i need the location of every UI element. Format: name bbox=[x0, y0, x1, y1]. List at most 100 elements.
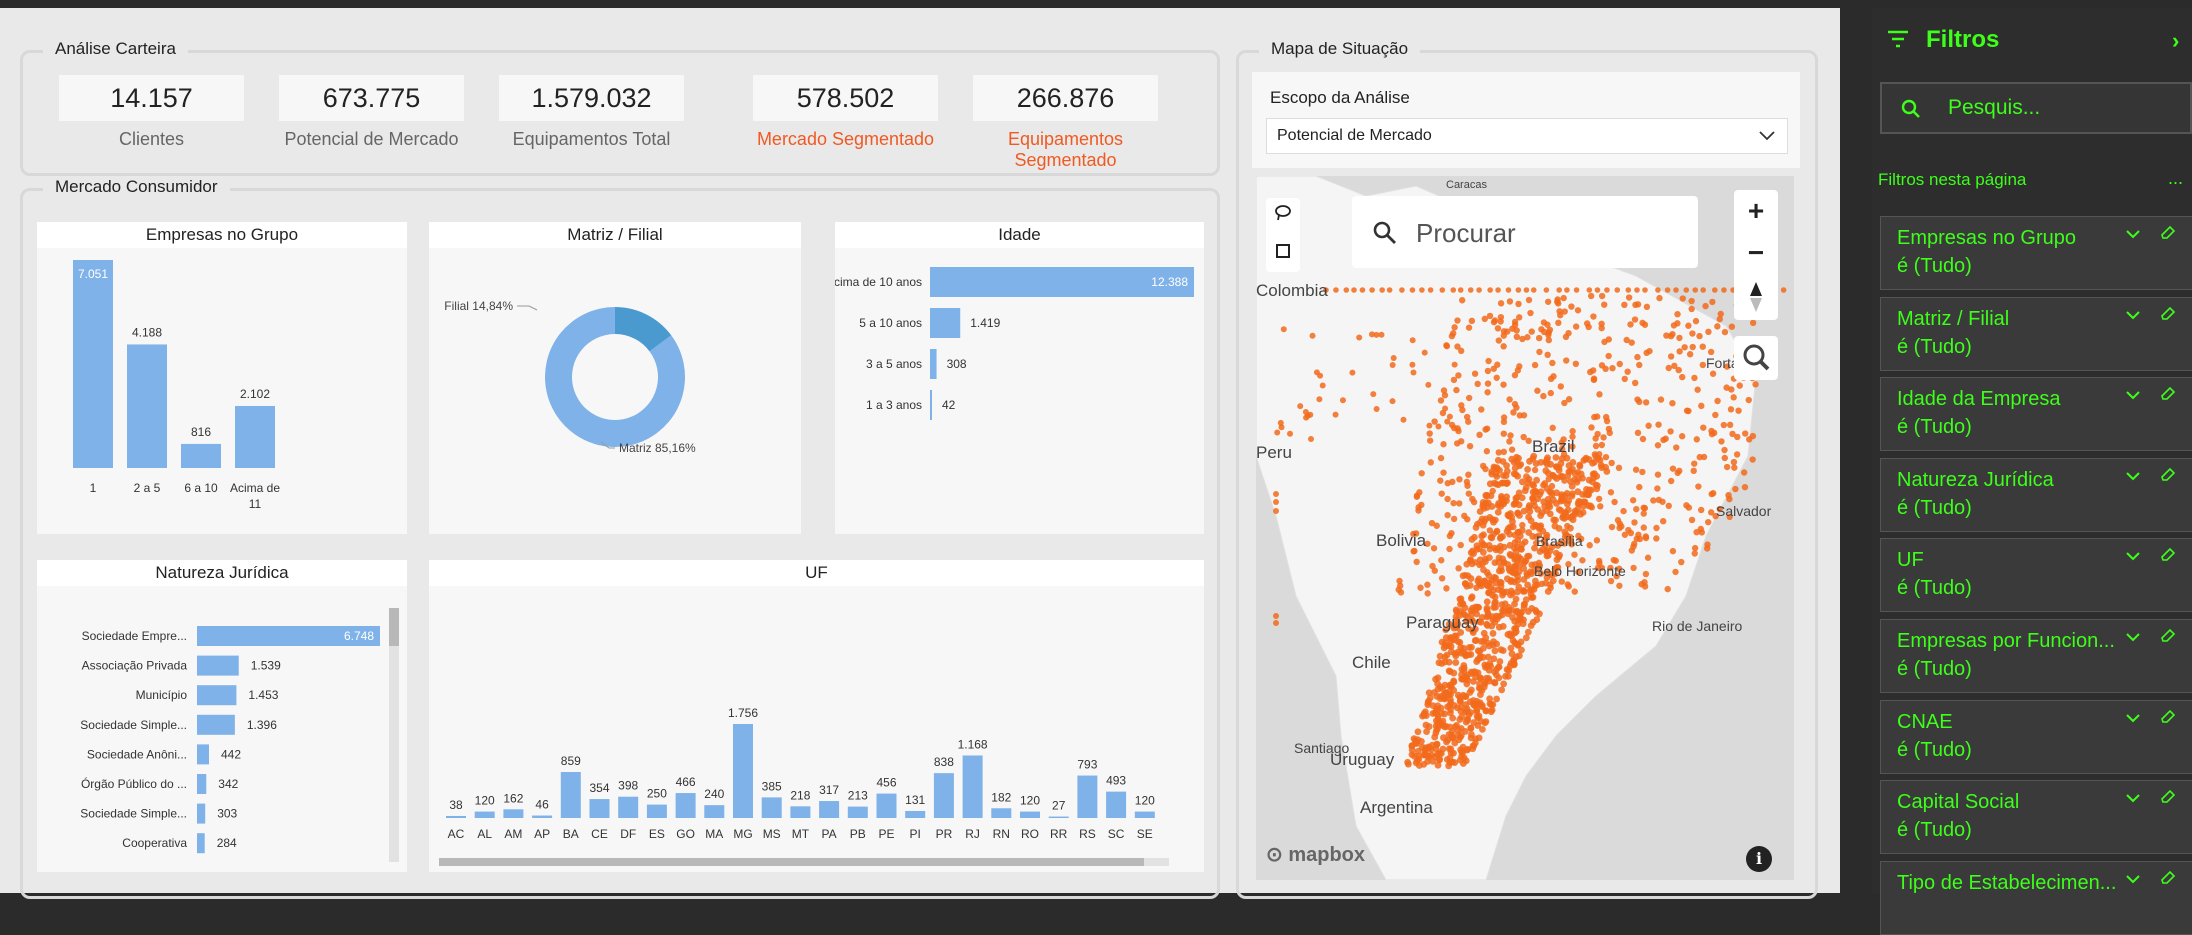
map-dot bbox=[1688, 516, 1696, 524]
map-dot bbox=[1273, 508, 1279, 514]
map-dot bbox=[1343, 287, 1350, 293]
map-dot bbox=[1683, 287, 1690, 293]
map-dot bbox=[1433, 522, 1440, 529]
filter-card[interactable]: Natureza Jurídica é (Tudo) bbox=[1880, 457, 2192, 532]
map-dot bbox=[1447, 637, 1455, 645]
lasso-select-icon[interactable] bbox=[1274, 204, 1292, 227]
clear-filter-icon[interactable] bbox=[2159, 868, 2177, 891]
clear-filter-icon[interactable] bbox=[2159, 465, 2177, 488]
map-dot bbox=[1605, 352, 1612, 360]
chevron-down-icon[interactable] bbox=[2125, 628, 2141, 649]
slice-label: Filial 14,84% bbox=[444, 299, 513, 313]
map-dot bbox=[1511, 629, 1519, 637]
kpi-potencial-mercado[interactable]: 673.775 Potencial de Mercado bbox=[279, 75, 464, 150]
filter-card[interactable]: CNAE é (Tudo) bbox=[1880, 699, 2192, 774]
map-dot bbox=[1307, 436, 1314, 443]
map-dot bbox=[1531, 361, 1539, 369]
empresas-grupo-visual[interactable]: Empresas no Grupo 7.051 1 4.188 2 a 5 816 6 a… bbox=[37, 222, 407, 534]
more-options-button[interactable]: ... bbox=[2168, 168, 2183, 189]
idade-chart: acima de 10 anos 12.388 5 a 10 anos 1.419 3 … bbox=[835, 267, 1194, 420]
uf-scrollbar-thumb[interactable] bbox=[439, 858, 1144, 866]
map-dot bbox=[1379, 287, 1385, 293]
tick-label: Sociedade Simple... bbox=[80, 718, 187, 732]
clear-filter-icon[interactable] bbox=[2159, 787, 2177, 810]
map-dot bbox=[1507, 432, 1514, 439]
zoom-in-button[interactable]: + bbox=[1734, 190, 1778, 232]
data-label: 240 bbox=[704, 787, 724, 801]
info-icon[interactable]: i bbox=[1746, 846, 1772, 872]
map-canvas[interactable]: Caracas Colombia Peru Brazil Bolivia Paraguay… bbox=[1256, 176, 1794, 880]
zoom-out-button[interactable]: − bbox=[1734, 232, 1778, 274]
matriz-filial-visual[interactable]: Matriz / Filial Filial 14,84% Matriz 85,1… bbox=[429, 222, 801, 534]
map-dot bbox=[1557, 460, 1565, 467]
map-dot bbox=[1480, 518, 1488, 525]
map-dot bbox=[1562, 333, 1570, 341]
map-dot bbox=[1614, 287, 1621, 293]
map-reset-button[interactable] bbox=[1734, 336, 1778, 380]
chevron-down-icon[interactable] bbox=[2125, 225, 2141, 246]
filter-card[interactable]: Matriz / Filial é (Tudo) bbox=[1880, 296, 2192, 371]
map-dot bbox=[1351, 287, 1357, 293]
map-dot bbox=[1471, 370, 1479, 377]
filter-card[interactable]: UF é (Tudo) bbox=[1880, 538, 2192, 613]
filter-card[interactable]: Tipo de Estabelecimen... bbox=[1880, 860, 2192, 935]
map-label: Bolivia bbox=[1376, 531, 1427, 550]
collapse-pane-icon[interactable]: › bbox=[2172, 28, 2179, 54]
map-dot bbox=[1458, 748, 1466, 756]
chevron-down-icon[interactable] bbox=[2125, 306, 2141, 327]
chevron-down-icon[interactable] bbox=[2125, 386, 2141, 407]
map-dot bbox=[1469, 678, 1477, 685]
map-dot bbox=[1449, 734, 1457, 741]
map-dot bbox=[1493, 374, 1500, 381]
filter-card[interactable]: Idade da Empresa é (Tudo) bbox=[1880, 377, 2192, 452]
map-dot bbox=[1560, 515, 1568, 522]
map-dot bbox=[1692, 317, 1700, 325]
filter-search-input[interactable]: Pesquis... bbox=[1880, 82, 2192, 134]
map-visual[interactable]: Caracas Colombia Peru Brazil Bolivia Paraguay… bbox=[1256, 176, 1794, 880]
chevron-down-icon[interactable] bbox=[2125, 709, 2141, 730]
map-dot bbox=[1598, 292, 1606, 300]
idade-visual[interactable]: Idade acima de 10 anos 12.388 5 a 10 anos 1… bbox=[835, 222, 1204, 534]
kpi-equipamentos-total[interactable]: 1.579.032 Equipamentos Total bbox=[499, 75, 684, 150]
chevron-down-icon[interactable] bbox=[2125, 870, 2141, 891]
compass-button[interactable] bbox=[1734, 274, 1778, 320]
clear-filter-icon[interactable] bbox=[2159, 626, 2177, 649]
rectangle-select-icon[interactable] bbox=[1274, 242, 1292, 265]
escopo-dropdown[interactable]: Potencial de Mercado bbox=[1266, 118, 1788, 154]
map-dot bbox=[1495, 567, 1503, 575]
map-dot bbox=[1491, 647, 1499, 655]
chevron-down-icon[interactable] bbox=[2125, 467, 2141, 488]
map-dot bbox=[1569, 459, 1577, 466]
natureza-scrollbar[interactable] bbox=[389, 608, 399, 862]
filter-card-name: CNAE bbox=[1897, 710, 1953, 733]
map-dot bbox=[1598, 320, 1605, 327]
chevron-down-icon[interactable] bbox=[2125, 547, 2141, 568]
chevron-down-icon[interactable] bbox=[2125, 789, 2141, 810]
natureza-juridica-visual[interactable]: Natureza Jurídica Sociedade Empre... 6.74… bbox=[37, 560, 407, 872]
clear-filter-icon[interactable] bbox=[2159, 384, 2177, 407]
uf-scrollbar[interactable] bbox=[439, 858, 1169, 866]
clear-filter-icon[interactable] bbox=[2159, 545, 2177, 568]
kpi-clientes[interactable]: 14.157 Clientes bbox=[59, 75, 244, 150]
tick-label: 3 a 5 anos bbox=[866, 357, 922, 371]
map-dot bbox=[1491, 479, 1498, 487]
clear-filter-icon[interactable] bbox=[2159, 304, 2177, 327]
natureza-scrollbar-thumb[interactable] bbox=[389, 608, 399, 646]
filter-card[interactable]: Empresas no Grupo é (Tudo) bbox=[1880, 216, 2192, 290]
clear-filter-icon[interactable] bbox=[2159, 223, 2177, 246]
map-dot bbox=[1515, 583, 1523, 591]
map-dot bbox=[1608, 459, 1615, 467]
map-dot bbox=[1569, 428, 1576, 435]
map-search-box[interactable]: Procurar bbox=[1352, 196, 1698, 268]
map-dot bbox=[1645, 422, 1652, 429]
uf-visual[interactable]: UF 38 AC 120 AL 162 AM 46 AP 859 BA 354 CE 398 DF 250 E… bbox=[429, 560, 1204, 872]
clear-filter-icon[interactable] bbox=[2159, 707, 2177, 730]
map-dot bbox=[1446, 754, 1454, 762]
filter-card[interactable]: Empresas por Funcion... é (Tudo) bbox=[1880, 619, 2192, 694]
map-dot bbox=[1430, 545, 1438, 552]
kpi-mercado-segmentado[interactable]: 578.502 Mercado Segmentado bbox=[753, 75, 938, 150]
kpi-equipamentos-segmentado[interactable]: 266.876 Equipamentos Segmentado bbox=[973, 75, 1158, 171]
filter-card-value: é (Tudo) bbox=[1897, 335, 1972, 358]
filter-card[interactable]: Capital Social é (Tudo) bbox=[1880, 780, 2192, 855]
map-dot bbox=[1495, 287, 1501, 293]
